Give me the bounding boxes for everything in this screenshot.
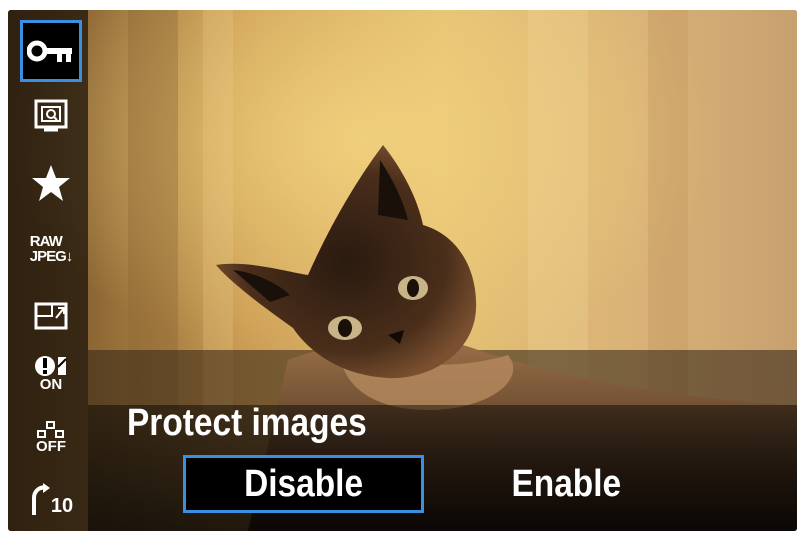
rotate-image-icon (34, 99, 68, 135)
star-icon (31, 164, 71, 202)
sidebar-item-resize[interactable] (20, 284, 82, 346)
playback-sidebar: RAW JPEG↓ ON OFF 10 (8, 10, 88, 531)
key-icon (27, 38, 75, 64)
menu-title: Protect images (127, 402, 367, 444)
camera-screen: RAW JPEG↓ ON OFF 10 (8, 10, 797, 531)
disable-option-label: Disable (244, 462, 363, 505)
enable-option[interactable]: Enable (476, 455, 656, 513)
sidebar-item-rating[interactable] (20, 152, 82, 214)
disable-option[interactable]: Disable (183, 455, 424, 513)
af-point-label: OFF (36, 437, 66, 455)
sidebar-item-af-point-display[interactable]: OFF (20, 406, 82, 468)
raw-jpeg-icon: RAW JPEG↓ (29, 233, 74, 265)
jump-icon: 10 (29, 482, 73, 516)
highlight-alert-icon: ON (34, 355, 68, 392)
resize-icon (34, 300, 68, 330)
jpeg-label: JPEG (29, 248, 67, 265)
af-point-icon: OFF (36, 420, 66, 455)
sidebar-item-image-jump[interactable]: 10 (20, 468, 82, 530)
sidebar-item-raw-processing[interactable]: RAW JPEG↓ (20, 218, 82, 280)
enable-option-label: Enable (511, 462, 621, 505)
jump-label: 10 (50, 495, 74, 517)
sidebar-item-protect[interactable] (20, 20, 82, 82)
sidebar-item-highlight-alert[interactable]: ON (20, 342, 82, 404)
sidebar-item-rotate[interactable] (20, 86, 82, 148)
highlight-alert-label: ON (39, 375, 63, 393)
